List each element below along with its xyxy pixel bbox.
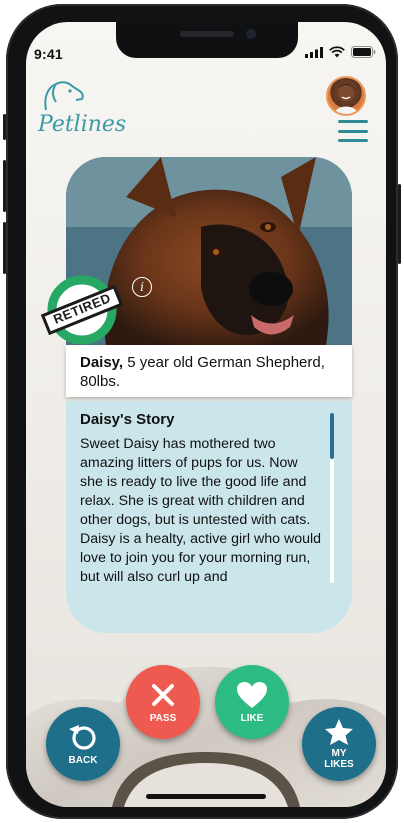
info-icon[interactable]: i — [132, 277, 152, 297]
dog-story-panel[interactable]: Daisy's Story Sweet Daisy has mothered t… — [66, 401, 352, 633]
mute-switch — [3, 114, 6, 140]
menu-line — [338, 139, 368, 142]
my-likes-label-line1: MY — [331, 748, 347, 759]
star-icon — [325, 719, 353, 745]
wifi-icon — [329, 46, 345, 58]
power-button — [398, 184, 401, 264]
avatar-face-icon — [334, 84, 358, 114]
like-button[interactable]: LIKE — [215, 665, 289, 739]
app-logo[interactable]: Petlines — [34, 76, 144, 146]
app-screen: 9:41 Petlines Daisy, 5 year old German S… — [26, 22, 386, 807]
like-button-label: LIKE — [240, 712, 264, 724]
menu-line — [338, 120, 368, 123]
close-x-icon — [152, 683, 174, 706]
avatar[interactable] — [326, 76, 366, 116]
home-indicator[interactable] — [146, 794, 266, 799]
back-button-label: BACK — [68, 754, 98, 766]
phone-frame: 9:41 Petlines Daisy, 5 year old German S… — [3, 4, 401, 819]
app-logo-text: Petlines — [38, 112, 127, 137]
menu-line — [338, 129, 368, 133]
dog-name: Daisy, — [80, 354, 124, 371]
back-button[interactable]: BACK — [46, 707, 120, 781]
volume-up-button — [3, 160, 6, 212]
story-scrollbar[interactable] — [330, 413, 334, 583]
dog-profile-card[interactable]: Daisy, 5 year old German Shepherd, 80lbs… — [66, 157, 352, 635]
hamburger-menu-button[interactable] — [338, 120, 368, 142]
undo-arrow-icon — [69, 724, 96, 750]
pass-button[interactable]: PASS — [126, 665, 200, 739]
dog-info-text: Daisy, 5 year old German Shepherd, 80lbs… — [80, 353, 340, 391]
status-time: 9:41 — [34, 46, 63, 62]
pass-button-label: PASS — [149, 712, 177, 724]
front-camera — [246, 29, 256, 39]
volume-down-button — [3, 222, 6, 274]
my-likes-button[interactable]: MY LIKES — [302, 707, 376, 781]
story-title: Daisy's Story — [80, 411, 175, 428]
my-likes-label-line2: LIKES — [324, 759, 354, 770]
speaker — [180, 31, 234, 37]
heart-icon — [237, 681, 267, 708]
retired-badge: RETIRED — [40, 268, 124, 346]
notch — [116, 22, 298, 58]
dog-info-bar: Daisy, 5 year old German Shepherd, 80lbs… — [66, 345, 352, 397]
battery-icon — [351, 46, 376, 58]
story-body: Sweet Daisy has mothered two amazing lit… — [80, 436, 322, 585]
status-icons — [305, 46, 376, 58]
paw-action-bar: BACK PASS LIKE MY LIKES — [26, 647, 386, 807]
signal-icon — [305, 46, 323, 58]
story-scrollbar-thumb[interactable] — [330, 413, 334, 459]
